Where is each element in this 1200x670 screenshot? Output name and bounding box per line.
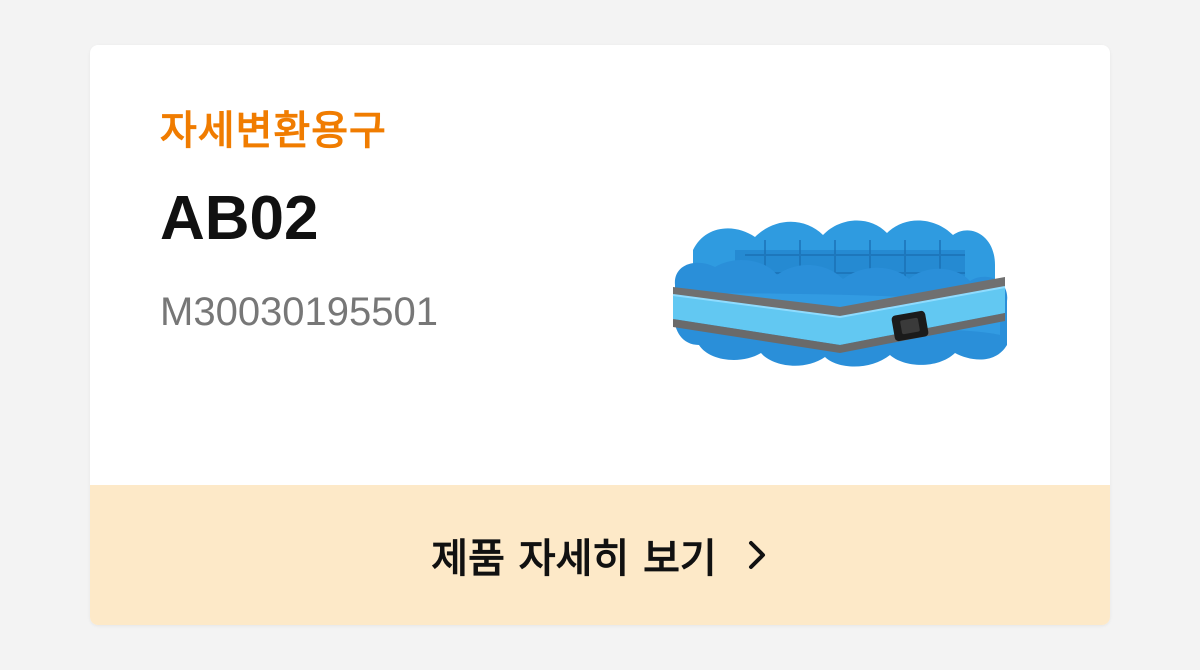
product-card: 자세변환용구 AB02 M30030195501 제품 자세히 보기 (90, 45, 1110, 625)
product-model: AB02 (160, 184, 319, 253)
product-image (672, 220, 1008, 367)
product-info: 자세변환용구 AB02 M30030195501 (160, 103, 600, 337)
product-category: 자세변환용구 (160, 108, 387, 154)
view-details-button[interactable]: 제품 자세히 보기 (90, 485, 1110, 625)
product-code: M30030195501 (160, 290, 439, 334)
view-details-label: 제품 자세히 보기 (431, 536, 717, 582)
chevron-right-icon (748, 541, 765, 569)
